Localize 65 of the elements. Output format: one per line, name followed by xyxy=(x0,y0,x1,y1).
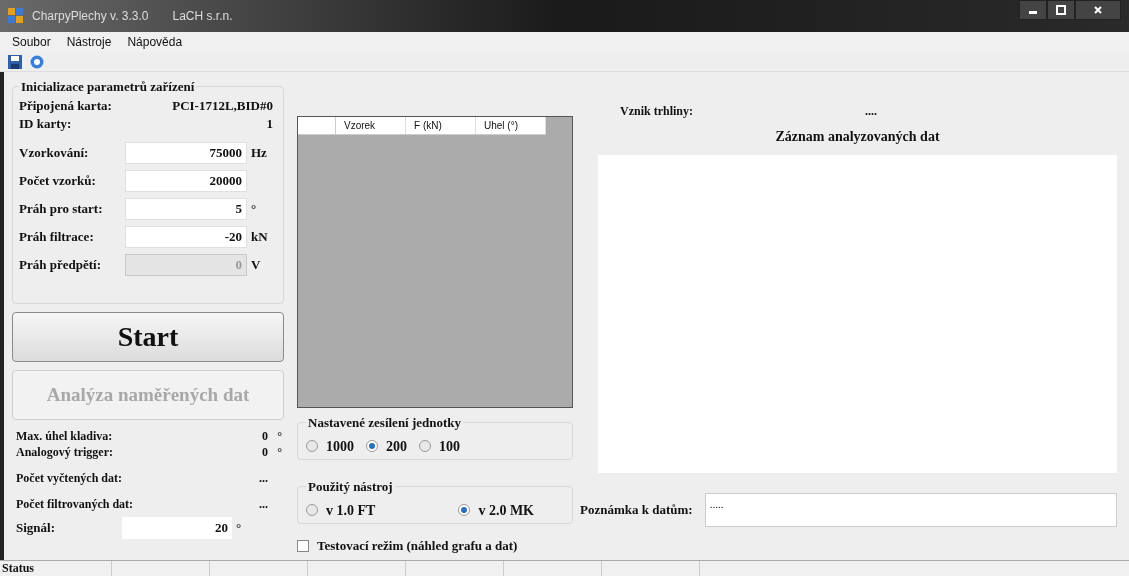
readout-label: Počet filtrovaných dat: xyxy=(16,496,134,513)
unit-label: kN xyxy=(251,227,268,246)
info-value: PCI-1712L,BID#0 xyxy=(172,96,274,115)
radio-option[interactable]: v 1.0 FT xyxy=(306,499,376,521)
input-field[interactable]: -20 xyxy=(125,225,247,248)
input-field[interactable]: 20000 xyxy=(125,169,247,192)
maximize-button[interactable] xyxy=(1047,0,1075,20)
status-text: Status xyxy=(0,561,112,576)
checkbox-label: Testovací režim (náhled grafu a dat) xyxy=(317,537,518,555)
window-title: CharpyPlechy v. 3.3.0 xyxy=(32,8,149,25)
checkbox[interactable] xyxy=(297,539,309,552)
radio-button[interactable] xyxy=(458,504,471,516)
crack-value: .... xyxy=(865,103,877,120)
field-label: Vzorkování: xyxy=(19,143,90,162)
note-field[interactable]: ..... xyxy=(704,493,1117,527)
app-icon xyxy=(8,8,24,24)
readout-label: Max. úhel kladiva: xyxy=(16,428,113,445)
save-icon[interactable] xyxy=(8,54,22,69)
info-label: Připojená karta: xyxy=(19,96,112,115)
unit-label: V xyxy=(251,255,261,274)
help-icon[interactable] xyxy=(30,54,44,69)
close-button[interactable] xyxy=(1075,0,1121,20)
info-value: 1 xyxy=(266,114,274,133)
company-name: LaCH s.r.n. xyxy=(172,8,233,25)
maximize-icon xyxy=(1056,5,1066,15)
menu-item[interactable]: Nápověda xyxy=(127,33,183,51)
note-label: Poznámka k datům: xyxy=(580,501,693,520)
minimize-button[interactable] xyxy=(1019,0,1047,20)
radio-button[interactable] xyxy=(306,504,318,516)
input-field[interactable]: 5 xyxy=(125,197,247,220)
radio-option[interactable]: 200 xyxy=(366,435,407,457)
radio-option[interactable]: v 2.0 MK xyxy=(458,499,534,521)
column-header[interactable]: Uhel (°) xyxy=(476,117,546,134)
unit-label: ° xyxy=(251,199,257,218)
unit-label: ° xyxy=(236,519,242,538)
radio-option[interactable]: 100 xyxy=(419,435,460,457)
readout-label: Analogový trigger: xyxy=(16,444,113,461)
signal-field[interactable]: 20 xyxy=(122,517,232,539)
readout-value: ... xyxy=(259,496,268,513)
unit-label: Hz xyxy=(251,143,267,162)
radio-button[interactable] xyxy=(366,440,378,452)
field-label: Práh filtrace: xyxy=(19,227,95,246)
readout-value: 0 xyxy=(262,444,268,461)
input-field[interactable]: 75000 xyxy=(125,141,247,164)
signal-label: Signál: xyxy=(16,519,56,538)
start-button[interactable]: Start xyxy=(12,312,284,362)
radio-button[interactable] xyxy=(306,440,318,452)
field-label: Počet vzorků: xyxy=(19,171,97,190)
unit-label: ° xyxy=(276,444,283,461)
menu-item[interactable]: Soubor xyxy=(12,33,51,51)
unit-label: ° xyxy=(276,428,283,445)
close-icon xyxy=(1093,5,1103,15)
radio-button[interactable] xyxy=(419,440,431,452)
log-title: Záznam analyzovaných dat xyxy=(774,128,941,146)
readout-label: Počet vyčtených dat: xyxy=(16,470,122,487)
menu-item[interactable]: Nástroje xyxy=(66,33,112,51)
readout-value: ... xyxy=(259,470,268,487)
field-label: Práh předpětí: xyxy=(19,255,102,274)
radio-option[interactable]: 1000 xyxy=(306,435,354,457)
field-label: Práh pro start: xyxy=(19,199,104,218)
column-header[interactable]: Vzorek xyxy=(336,117,406,134)
column-header[interactable]: F (kN) xyxy=(406,117,476,134)
crack-label: Vznik trhliny: xyxy=(620,103,694,120)
readout-value: 0 xyxy=(262,428,268,445)
info-label: ID karty: xyxy=(19,114,72,133)
